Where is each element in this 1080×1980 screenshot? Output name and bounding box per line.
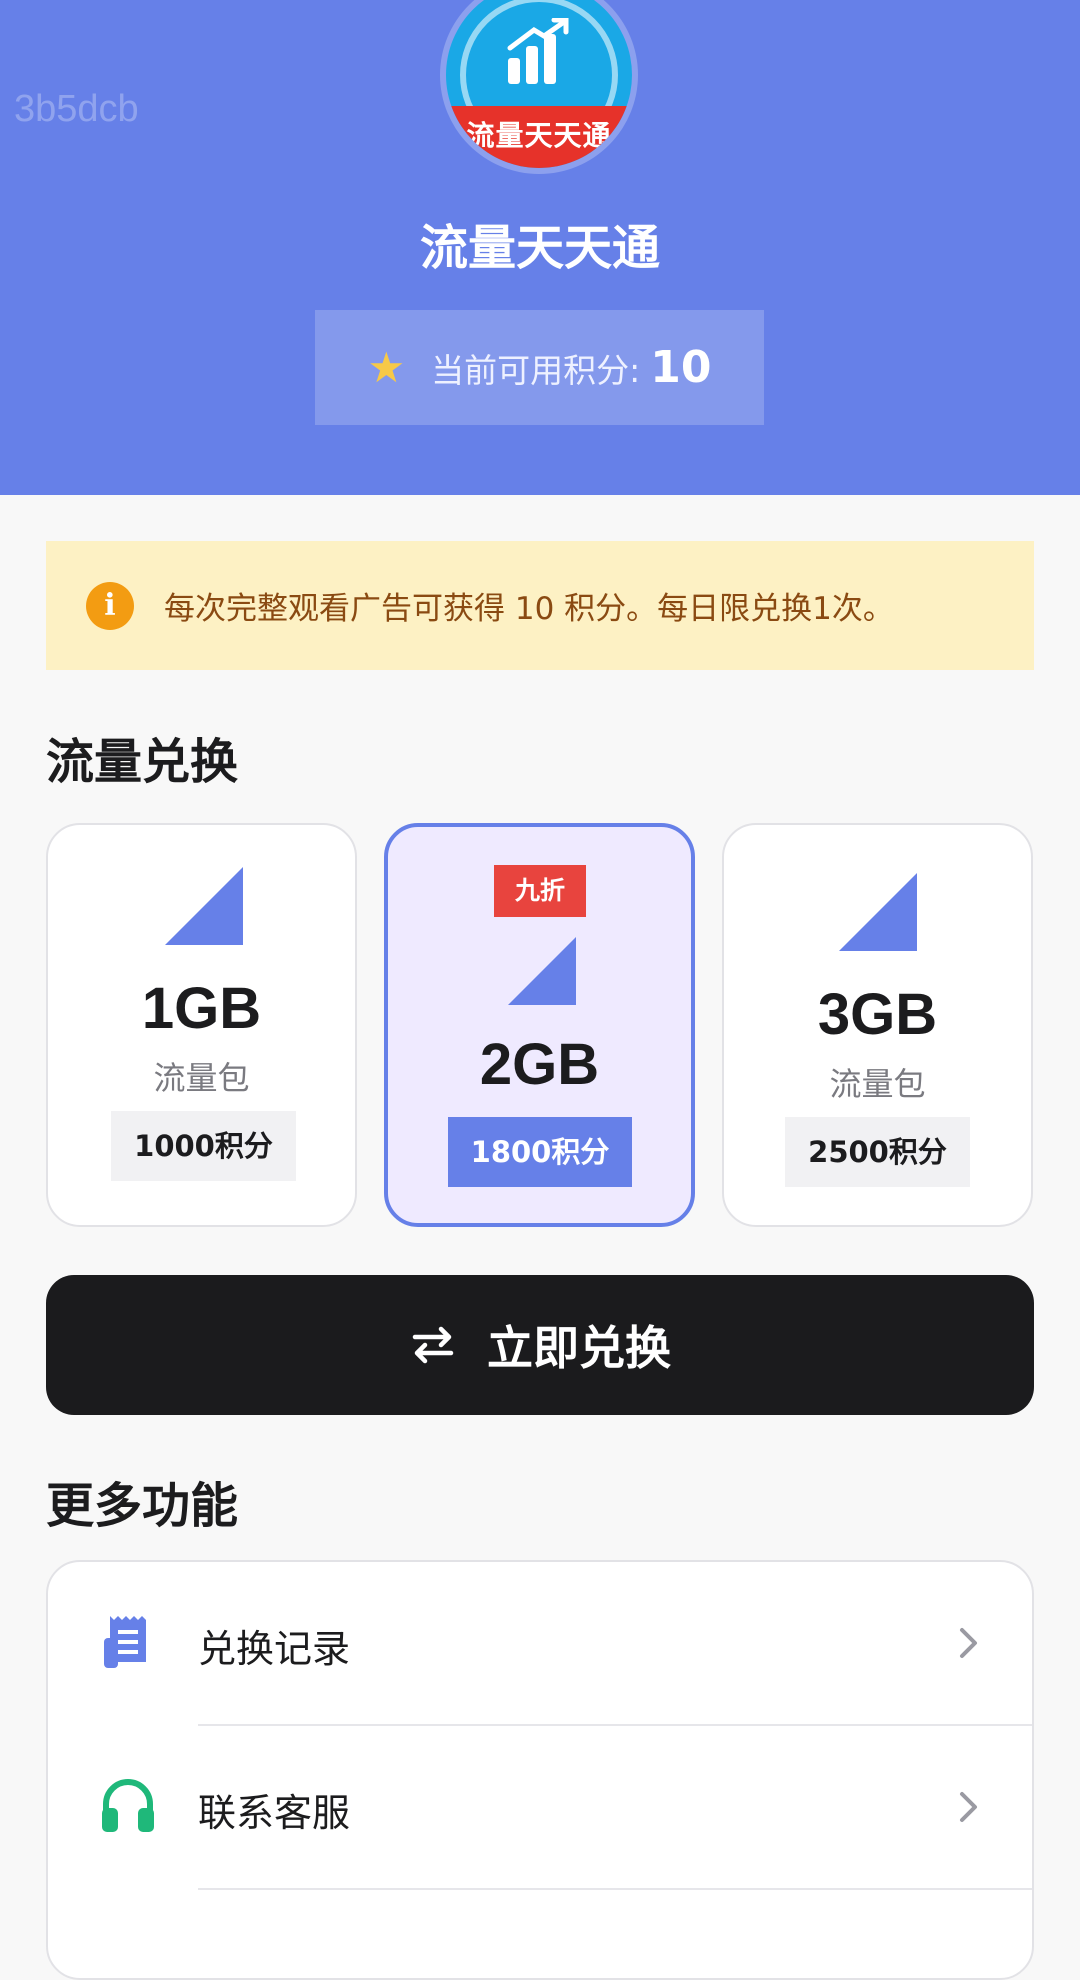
signal-icon (165, 867, 243, 945)
watermark: 3b5dcb (14, 88, 139, 130)
points-display: ★ 当前可用积分: 10 (315, 310, 764, 425)
chart-growth-icon (507, 18, 569, 84)
info-icon: i (86, 581, 134, 630)
discount-badge: 九折 (494, 865, 586, 917)
package-price: 1000积分 (111, 1111, 296, 1181)
more-functions-list: 兑换记录 联系客服 (46, 1560, 1034, 1980)
package-price: 1800积分 (448, 1117, 632, 1187)
package-card-1gb[interactable]: 1GB 流量包 1000积分 (46, 823, 357, 1227)
signal-icon (839, 873, 917, 951)
app-title: 流量天天通 (419, 220, 660, 276)
header: 3b5dcb 流量天天通 流量天天通 ★ 当前可用积分: 10 (0, 0, 1080, 495)
exchange-now-label: 立即兑换 (487, 1321, 671, 1375)
points-label: 当前可用积分: (431, 350, 641, 390)
package-unit: 流量包 (153, 1059, 250, 1097)
package-price: 2500积分 (785, 1117, 970, 1187)
exchange-section-title: 流量兑换 (46, 734, 239, 790)
package-card-3gb[interactable]: 3GB 流量包 2500积分 (722, 823, 1033, 1227)
chevron-right-icon (960, 1792, 977, 1822)
package-unit: 流量包 (829, 1065, 926, 1103)
package-card-2gb[interactable]: 九折 2GB 1800积分 (384, 823, 695, 1227)
package-amount: 3GB (817, 982, 938, 1047)
menu-item-label: 联系客服 (198, 1791, 351, 1835)
app-logo: 流量天天通 (446, 0, 632, 168)
package-amount: 2GB (479, 1032, 600, 1097)
exchange-now-button[interactable]: 立即兑换 (46, 1275, 1034, 1415)
logo-banner: 流量天天通 (446, 106, 632, 168)
star-icon: ★ (367, 343, 406, 392)
notice-banner: i 每次完整观看广告可获得 10 积分。每日限兑换1次。 (46, 541, 1034, 670)
menu-item-label: 兑换记录 (198, 1627, 351, 1671)
package-amount: 1GB (141, 976, 262, 1041)
receipt-icon (104, 1616, 146, 1668)
notice-text: 每次完整观看广告可获得 10 积分。每日限兑换1次。 (164, 591, 894, 627)
swap-icon (412, 1326, 454, 1364)
menu-item-exchange-records[interactable]: 兑换记录 (48, 1562, 1032, 1726)
menu-item-contact-support[interactable]: 联系客服 (48, 1726, 1032, 1890)
points-value: 10 (650, 342, 712, 393)
headset-icon (102, 1779, 154, 1832)
chevron-right-icon (960, 1628, 977, 1658)
divider (198, 1888, 1032, 1890)
signal-icon (508, 937, 576, 1005)
more-section-title: 更多功能 (46, 1478, 239, 1534)
